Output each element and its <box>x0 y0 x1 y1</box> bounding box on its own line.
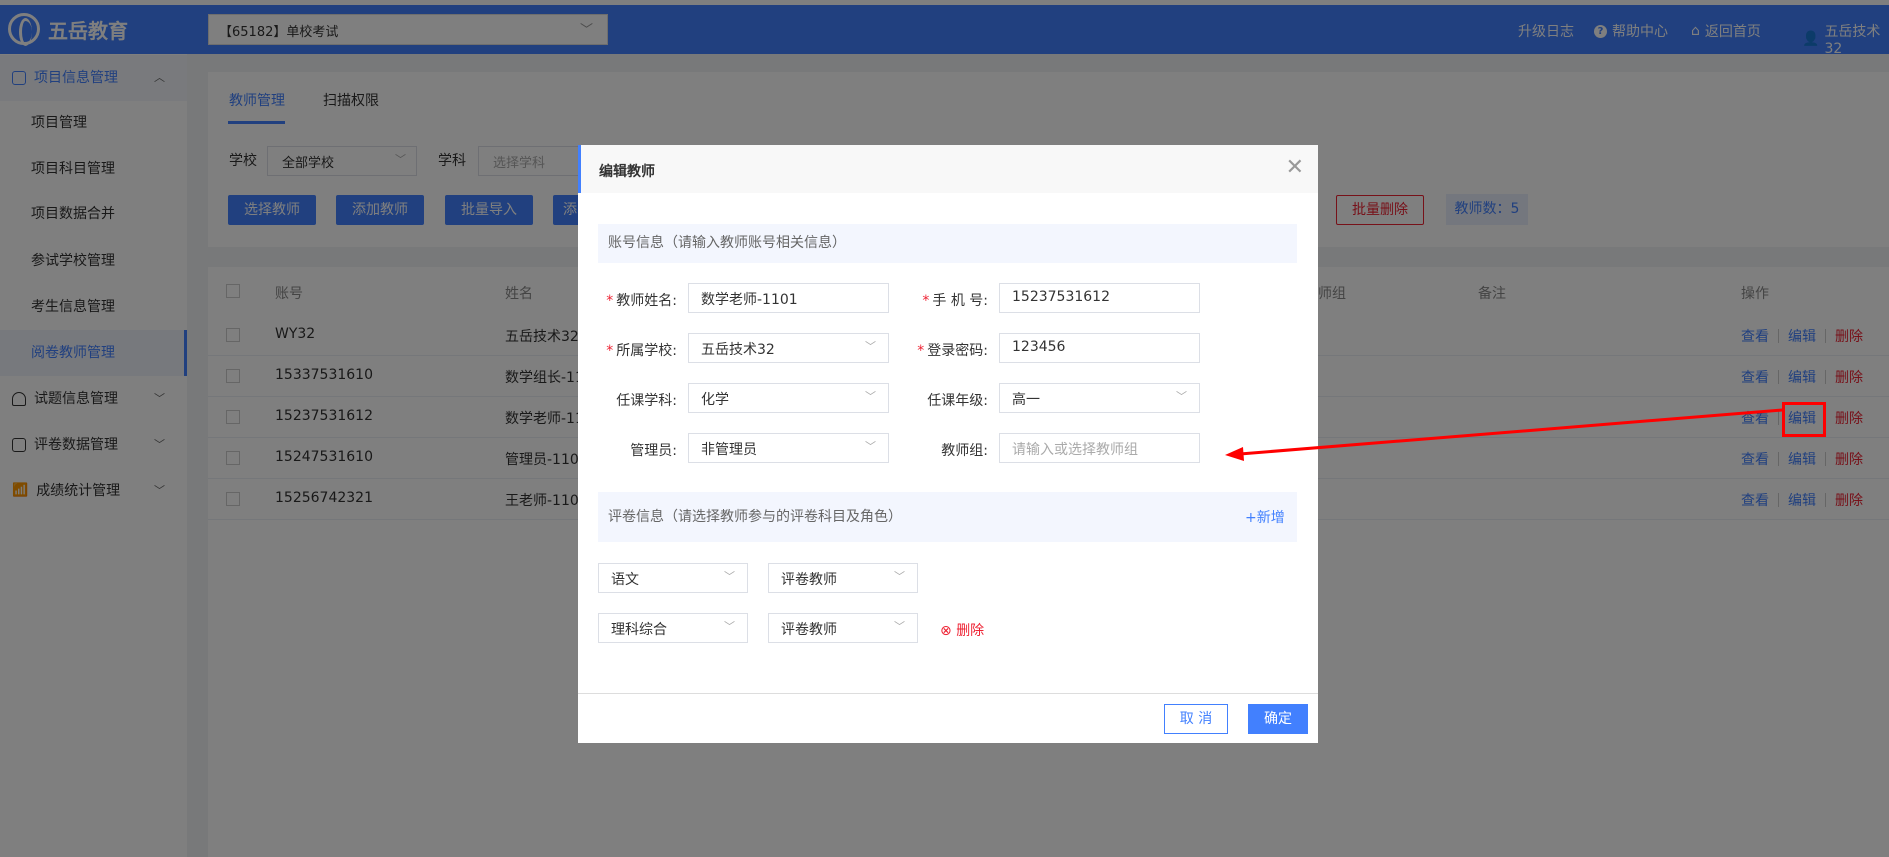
annotation-arrow <box>1225 408 1783 461</box>
